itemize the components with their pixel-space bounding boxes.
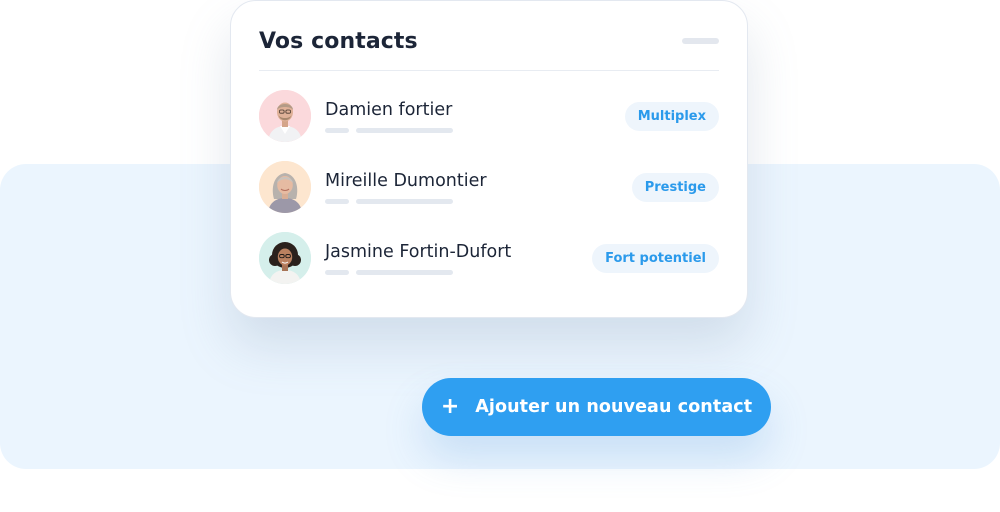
placeholder-line <box>356 199 453 204</box>
avatar <box>259 232 311 284</box>
placeholder-line <box>325 270 349 275</box>
avatar <box>259 161 311 213</box>
card-header: Vos contacts <box>259 23 719 59</box>
placeholder-line <box>325 128 349 133</box>
contact-row[interactable]: Damien fortier Multiplex <box>259 90 719 142</box>
add-contact-label: Ajouter un nouveau contact <box>475 397 753 417</box>
person-photo-icon <box>259 232 311 284</box>
contact-list: Damien fortier Multiplex Mireille Dumont… <box>259 90 719 303</box>
contact-row[interactable]: Mireille Dumontier Prestige <box>259 161 719 213</box>
stage: Vos contacts Damien fortier Multiplex Mi… <box>0 0 1000 512</box>
contact-tag[interactable]: Prestige <box>631 173 719 202</box>
card-title: Vos contacts <box>259 28 418 54</box>
placeholder-line <box>356 270 453 275</box>
placeholder-line <box>325 199 349 204</box>
menu-handle-icon[interactable] <box>682 38 719 44</box>
person-photo-icon <box>259 90 311 142</box>
plus-icon: + <box>440 394 460 419</box>
person-photo-icon <box>259 161 311 213</box>
contact-tag[interactable]: Fort potentiel <box>592 244 719 273</box>
add-contact-button[interactable]: + Ajouter un nouveau contact <box>422 378 771 436</box>
contacts-card: Vos contacts Damien fortier Multiplex Mi… <box>230 0 748 318</box>
contact-row[interactable]: Jasmine Fortin-Dufort Fort potentiel <box>259 232 719 284</box>
divider <box>259 70 719 71</box>
contact-tag[interactable]: Multiplex <box>624 102 719 131</box>
placeholder-line <box>356 128 453 133</box>
avatar <box>259 90 311 142</box>
